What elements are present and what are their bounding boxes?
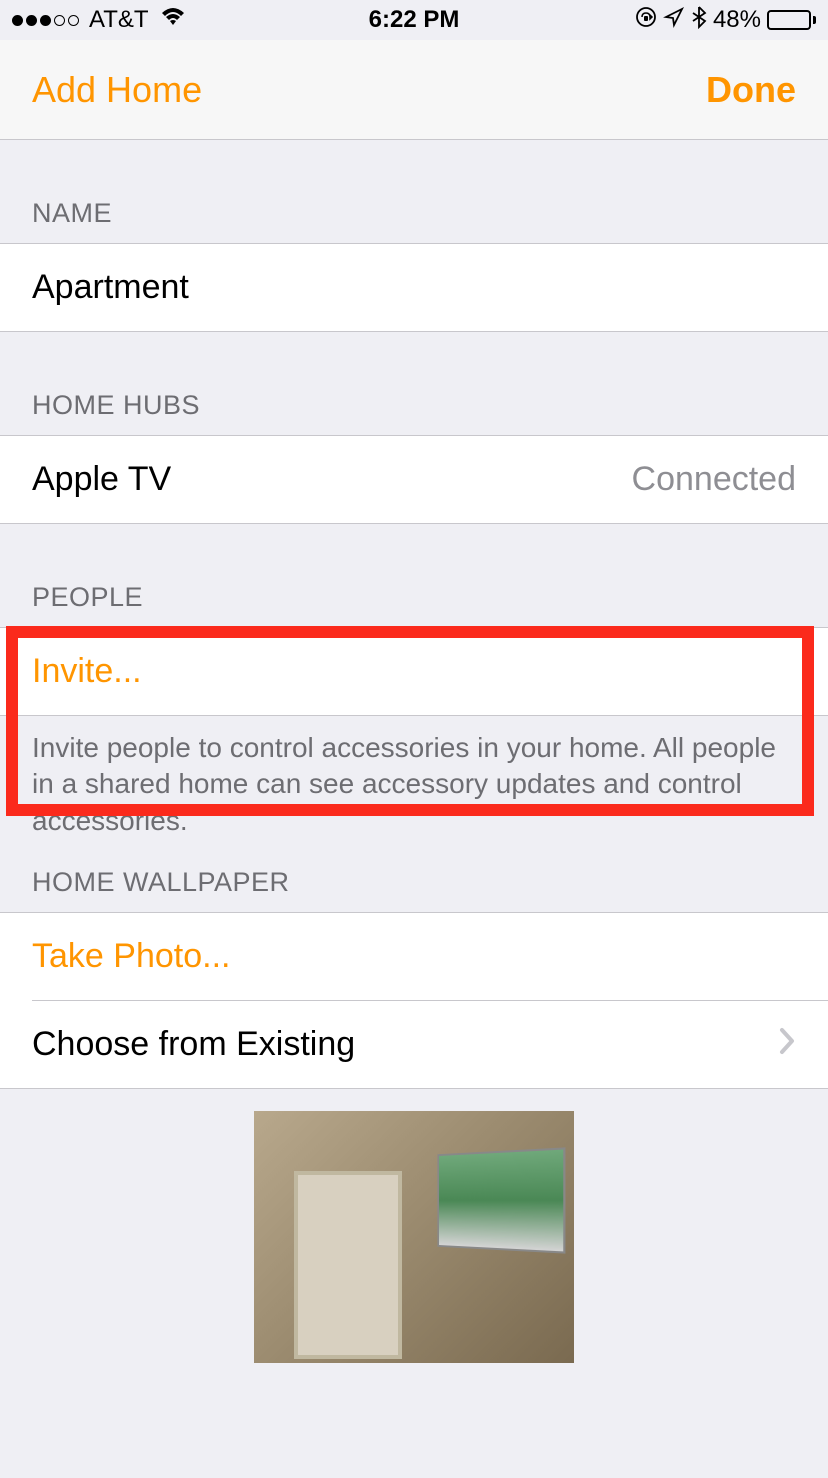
section-header-wallpaper: HOME WALLPAPER <box>0 839 828 912</box>
take-photo-cell[interactable]: Take Photo... <box>0 913 828 1000</box>
home-hub-cell[interactable]: Apple TV Connected <box>0 435 828 524</box>
section-header-people: PEOPLE <box>0 524 828 627</box>
invite-label: Invite... <box>32 652 142 691</box>
choose-existing-label: Choose from Existing <box>32 1025 355 1064</box>
status-right: 48% <box>635 5 816 36</box>
section-header-name: NAME <box>0 140 828 243</box>
signal-strength-icon <box>12 15 79 26</box>
rotation-lock-icon <box>635 6 657 35</box>
location-icon <box>663 6 685 35</box>
add-home-button[interactable]: Add Home <box>32 69 202 111</box>
carrier-label: AT&T <box>89 6 149 34</box>
home-name-cell[interactable]: Apartment <box>0 243 828 332</box>
home-hub-name: Apple TV <box>32 460 171 499</box>
status-left: AT&T <box>12 6 187 34</box>
status-time: 6:22 PM <box>369 6 460 34</box>
home-hub-status: Connected <box>632 460 796 499</box>
invite-cell[interactable]: Invite... <box>0 627 828 716</box>
section-header-homehubs: HOME HUBS <box>0 332 828 435</box>
people-footer: Invite people to control accessories in … <box>0 716 828 839</box>
wifi-icon <box>159 6 187 34</box>
wallpaper-preview-image[interactable] <box>254 1111 574 1363</box>
bluetooth-icon <box>691 5 707 36</box>
done-button[interactable]: Done <box>706 69 796 111</box>
nav-bar: Add Home Done <box>0 40 828 140</box>
battery-percent: 48% <box>713 6 761 34</box>
take-photo-label: Take Photo... <box>32 937 230 976</box>
wallpaper-group: Take Photo... Choose from Existing <box>0 912 828 1089</box>
chevron-right-icon <box>778 1026 796 1064</box>
choose-existing-cell[interactable]: Choose from Existing <box>32 1000 828 1088</box>
status-bar: AT&T 6:22 PM 48% <box>0 0 828 40</box>
battery-icon <box>767 10 816 30</box>
home-name-value: Apartment <box>32 268 189 307</box>
